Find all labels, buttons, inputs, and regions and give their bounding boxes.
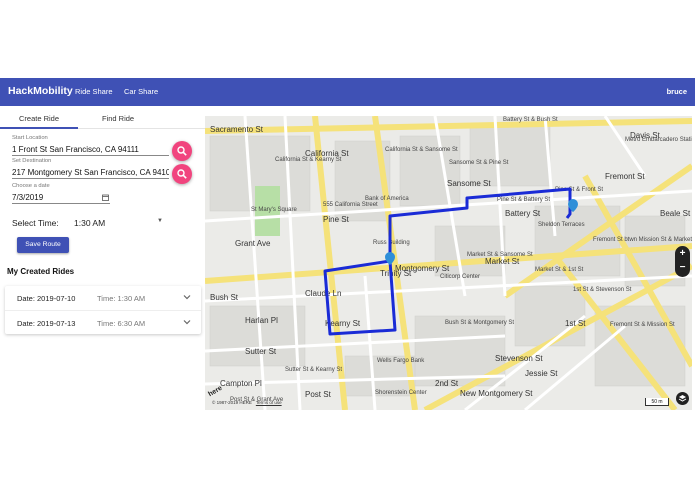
time-label: Select Time: (12, 218, 59, 228)
chevron-down-icon[interactable] (183, 294, 191, 300)
ride-item[interactable]: Date: 2019-07-13 Time: 6:30 AM (5, 310, 201, 334)
nav-ride-share[interactable]: Ride Share (75, 87, 113, 96)
place-label: 1st St & Stevenson St (573, 287, 632, 293)
zoom-in-icon[interactable]: + (675, 248, 690, 259)
place-label: Wells Fargo Bank (377, 358, 425, 364)
street-label: Campton Pl (220, 379, 262, 388)
street-label: Post St (305, 390, 332, 399)
place-label: Sutter St & Kearny St (285, 367, 342, 373)
place-label: Sansome St & Pine St (449, 160, 509, 166)
street-label: Beale St (660, 209, 691, 218)
place-label: California St & Kearny St (275, 157, 342, 163)
place-label: Market St & 1st St (535, 267, 584, 273)
street-label: Jessie St (525, 369, 558, 378)
street-label: Claude Ln (305, 289, 341, 298)
street-label: Stevenson St (495, 354, 543, 363)
place-label: Citicorp Center (440, 274, 480, 280)
user-name[interactable]: bruce (667, 87, 687, 96)
map-view[interactable]: Sacramento St Pine St Bush St Sutter St … (205, 116, 692, 410)
ride-date: Date: 2019-07-13 (17, 319, 76, 328)
ride-time: Time: 6:30 AM (97, 319, 146, 328)
map-attribution: © 1987-2019 HERE Terms of use (212, 400, 282, 405)
tab-find-ride[interactable]: Find Ride (102, 114, 134, 123)
rides-list: Date: 2019-07-10 Time: 1:30 AM Date: 201… (5, 286, 201, 334)
street-label: 1st St (565, 319, 586, 328)
place-label: 555 California Street (323, 202, 378, 208)
zoom-control: + − (675, 246, 690, 277)
ride-time: Time: 1:30 AM (97, 294, 146, 303)
place-label: Pine St & Battery St (497, 197, 550, 203)
tab-create-ride[interactable]: Create Ride (19, 114, 59, 123)
place-label: Fremont St & Mission St (610, 322, 675, 328)
app-bar: HackMobility Ride Share Car Share bruce (0, 78, 695, 106)
place-label: Battery St & Bush St (503, 117, 558, 123)
street-label: Sansome St (447, 179, 491, 188)
street-label: Market St (485, 257, 520, 266)
ride-date: Date: 2019-07-10 (17, 294, 76, 303)
street-label: 2nd St (435, 379, 459, 388)
place-label: Metro Embarcadero Station (625, 137, 692, 143)
place-label: Fremont St btwn Mission St & Market St (593, 237, 692, 243)
layers-button[interactable] (676, 392, 689, 405)
save-route-button[interactable]: Save Route (17, 237, 69, 253)
place-label: Shorenstein Center (375, 390, 427, 396)
calendar-icon[interactable] (102, 194, 109, 201)
active-tab-indicator (0, 127, 78, 129)
caret-down-icon[interactable]: ▼ (157, 218, 163, 224)
place-label: California St & Sansome St (385, 147, 458, 153)
street-label: Sutter St (245, 347, 277, 356)
start-location-input[interactable] (12, 144, 169, 156)
brand-title[interactable]: HackMobility (8, 85, 73, 97)
map-scale: 50 m (645, 398, 669, 406)
ride-panel: Create Ride Find Ride Start Location Set… (0, 106, 205, 410)
destination-label: Set Destination (12, 158, 52, 164)
chevron-down-icon[interactable] (183, 319, 191, 325)
time-select[interactable]: 1:30 AM (74, 218, 105, 228)
street-label: New Montgomery St (460, 389, 533, 398)
search-destination-button[interactable] (172, 164, 192, 184)
place-label: St Mary's Square (251, 207, 297, 213)
destination-input[interactable] (12, 167, 169, 179)
place-label: Market St & Sansome St (467, 252, 533, 258)
place-label: Sheldon Terraces (538, 222, 585, 228)
street-label: Bush St (210, 293, 239, 302)
search-icon (177, 146, 187, 156)
street-label: Battery St (505, 209, 541, 218)
search-icon (177, 169, 187, 179)
start-location-label: Start Location (12, 135, 48, 141)
terms-link[interactable]: Terms of use (256, 400, 282, 405)
created-rides-title: My Created Rides (7, 267, 75, 276)
search-start-button[interactable] (172, 141, 192, 161)
ride-item[interactable]: Date: 2019-07-10 Time: 1:30 AM (5, 286, 201, 310)
zoom-out-icon[interactable]: − (675, 262, 690, 273)
tab-bar: Create Ride Find Ride (0, 106, 205, 129)
layers-icon (678, 395, 687, 402)
copyright-text: © 1987-2019 HERE (212, 400, 252, 405)
street-label: Pine St (323, 215, 350, 224)
street-label: Fremont St (605, 172, 645, 181)
nav-car-share[interactable]: Car Share (124, 87, 158, 96)
street-label: Sacramento St (210, 125, 264, 134)
place-label: Bank of America (365, 196, 409, 202)
street-label: Harlan Pl (245, 316, 278, 325)
place-label: Bush St & Montgomery St (445, 320, 514, 326)
date-input[interactable] (12, 192, 110, 204)
map-canvas[interactable]: Sacramento St Pine St Bush St Sutter St … (205, 116, 692, 410)
street-label: Grant Ave (235, 239, 271, 248)
street-label: Montgomery St (395, 264, 450, 273)
date-label: Choose a date (12, 183, 50, 189)
